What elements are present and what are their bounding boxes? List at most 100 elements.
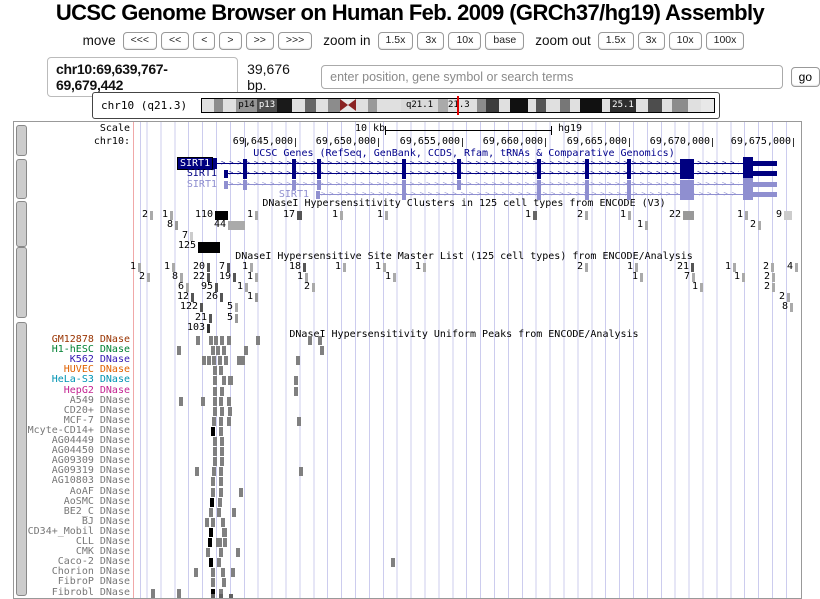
transcript-exon[interactable] [243,180,247,190]
count-label: 110 [195,210,213,220]
master-track-title[interactable]: DNaseI Hypersensitive Site Master List (… [134,252,794,262]
zoom-out-button[interactable]: 100x [706,32,745,50]
transcript-exon[interactable] [680,190,694,200]
scale-bracket [551,126,552,135]
count-tick [758,221,761,230]
transcript-exon[interactable] [316,191,320,199]
transcript-exon[interactable] [680,159,694,169]
count-tick [220,293,223,302]
current-position-box[interactable]: chr10:69,639,767-69,679,442 [47,57,238,97]
gene-label[interactable]: SIRT1 [187,180,217,190]
dnase-peak [220,387,224,396]
move-button[interactable]: < [193,32,215,50]
transcript-exon[interactable] [402,159,406,169]
transcript-exon[interactable] [585,180,589,190]
count-label: 1 [725,262,731,272]
transcript-utr[interactable] [753,192,777,197]
transcript-exon[interactable] [457,159,461,169]
move-button[interactable]: << [161,32,189,50]
count-label: 2 [750,220,756,230]
dnase-peak [219,397,223,406]
transcript-exon[interactable] [317,169,321,179]
track-drag-handle[interactable] [16,201,27,247]
gene-label[interactable]: SIRT1 [279,190,309,200]
go-button[interactable]: go [791,67,820,87]
zoom-in-button[interactable]: 3x [417,32,444,50]
transcript-exon[interactable] [585,190,589,200]
gene-label[interactable]: SIRT1 [187,169,217,179]
uniform-track-title[interactable]: DNaseI Hypersensitivity Uniform Peaks fr… [134,330,794,340]
ideogram-band: 25.1 [610,99,636,112]
count-tick [175,221,178,230]
transcript-exon[interactable] [680,169,694,179]
transcript-exon[interactable] [537,180,541,190]
centromere-icon [340,99,348,111]
transcript-exon[interactable] [627,190,631,200]
cell-track-label[interactable]: HeLa-S3 DNase [14,375,130,385]
search-input[interactable] [321,65,782,89]
zoom-out-button[interactable]: 10x [669,32,702,50]
transcript-exon[interactable] [402,190,406,200]
track-drag-handle[interactable] [16,247,27,318]
zoom-in-button[interactable]: base [485,32,524,50]
track-image[interactable]: Scale chr10: 10 kb hg19 UCSC Genes (RefS… [13,121,802,599]
count-tick [700,283,703,292]
dnase-peak [220,437,224,446]
ideogram-bands[interactable]: p14p13q21.121.325.1 [201,98,715,113]
transcript-exon[interactable] [243,159,247,169]
dnase-peak [222,578,226,587]
move-button[interactable]: > [219,32,241,50]
track-drag-handle[interactable] [16,125,27,156]
transcript-utr[interactable] [753,182,777,187]
cell-track-label[interactable]: AG10803 DNase [14,476,130,486]
transcript-exon[interactable] [292,159,296,169]
count-tick [228,221,245,230]
count-label: 1 [737,210,743,220]
transcript-exon[interactable] [292,180,296,190]
zoom-out-button[interactable]: 1.5x [598,32,634,50]
chromosome-ideogram[interactable]: chr10 (q21.3) p14p13q21.121.325.1 [92,92,720,119]
transcript-exon[interactable] [680,180,694,190]
dnase-peak [221,518,225,527]
transcript-exon[interactable] [743,188,753,200]
transcript-exon[interactable] [224,170,228,178]
transcript-exon[interactable] [224,181,228,189]
clusters-track-title[interactable]: DNaseI Hypersensitivity Clusters in 125 … [134,199,794,209]
transcript-exon[interactable] [457,180,461,190]
transcript-exon[interactable] [627,169,631,179]
zoom-out-button[interactable]: 3x [638,32,665,50]
transcript-exon[interactable] [457,169,461,179]
zoom-in-button[interactable]: 10x [448,32,481,50]
transcript-exon[interactable] [292,169,296,179]
track-drag-handle[interactable] [16,159,27,199]
dnase-peak [223,538,227,547]
cell-track-label[interactable]: FibroP DNase [14,577,130,587]
transcript-exon[interactable] [585,159,589,169]
move-button[interactable]: >> [246,32,274,50]
count-tick [209,314,212,323]
zoom-in-button[interactable]: 1.5x [378,32,414,50]
transcript-exon[interactable] [317,159,321,169]
transcript-exon[interactable] [537,190,541,200]
zoom-out-buttons: 1.5x3x10x100x [596,31,747,50]
count-tick [790,303,793,312]
transcript-exon[interactable] [627,159,631,169]
count-tick [423,263,426,272]
zoom-in-buttons: 1.5x3x10xbase [376,31,527,50]
transcript-utr[interactable] [753,171,777,176]
move-button[interactable]: <<< [123,32,157,50]
transcript-utr[interactable] [753,161,777,166]
transcript-exon[interactable] [243,169,247,179]
count-tick [255,293,258,302]
transcript-exon[interactable] [402,180,406,190]
transcript-exon[interactable] [317,180,321,190]
dnase-peak [211,578,215,587]
transcript-exon[interactable] [585,169,589,179]
count-tick [585,211,588,220]
transcript-exon[interactable] [537,169,541,179]
move-button[interactable]: >>> [278,32,312,50]
ideogram-band [580,99,602,112]
transcript-exon[interactable] [402,169,406,179]
transcript-exon[interactable] [537,159,541,169]
transcript-exon[interactable] [627,180,631,190]
